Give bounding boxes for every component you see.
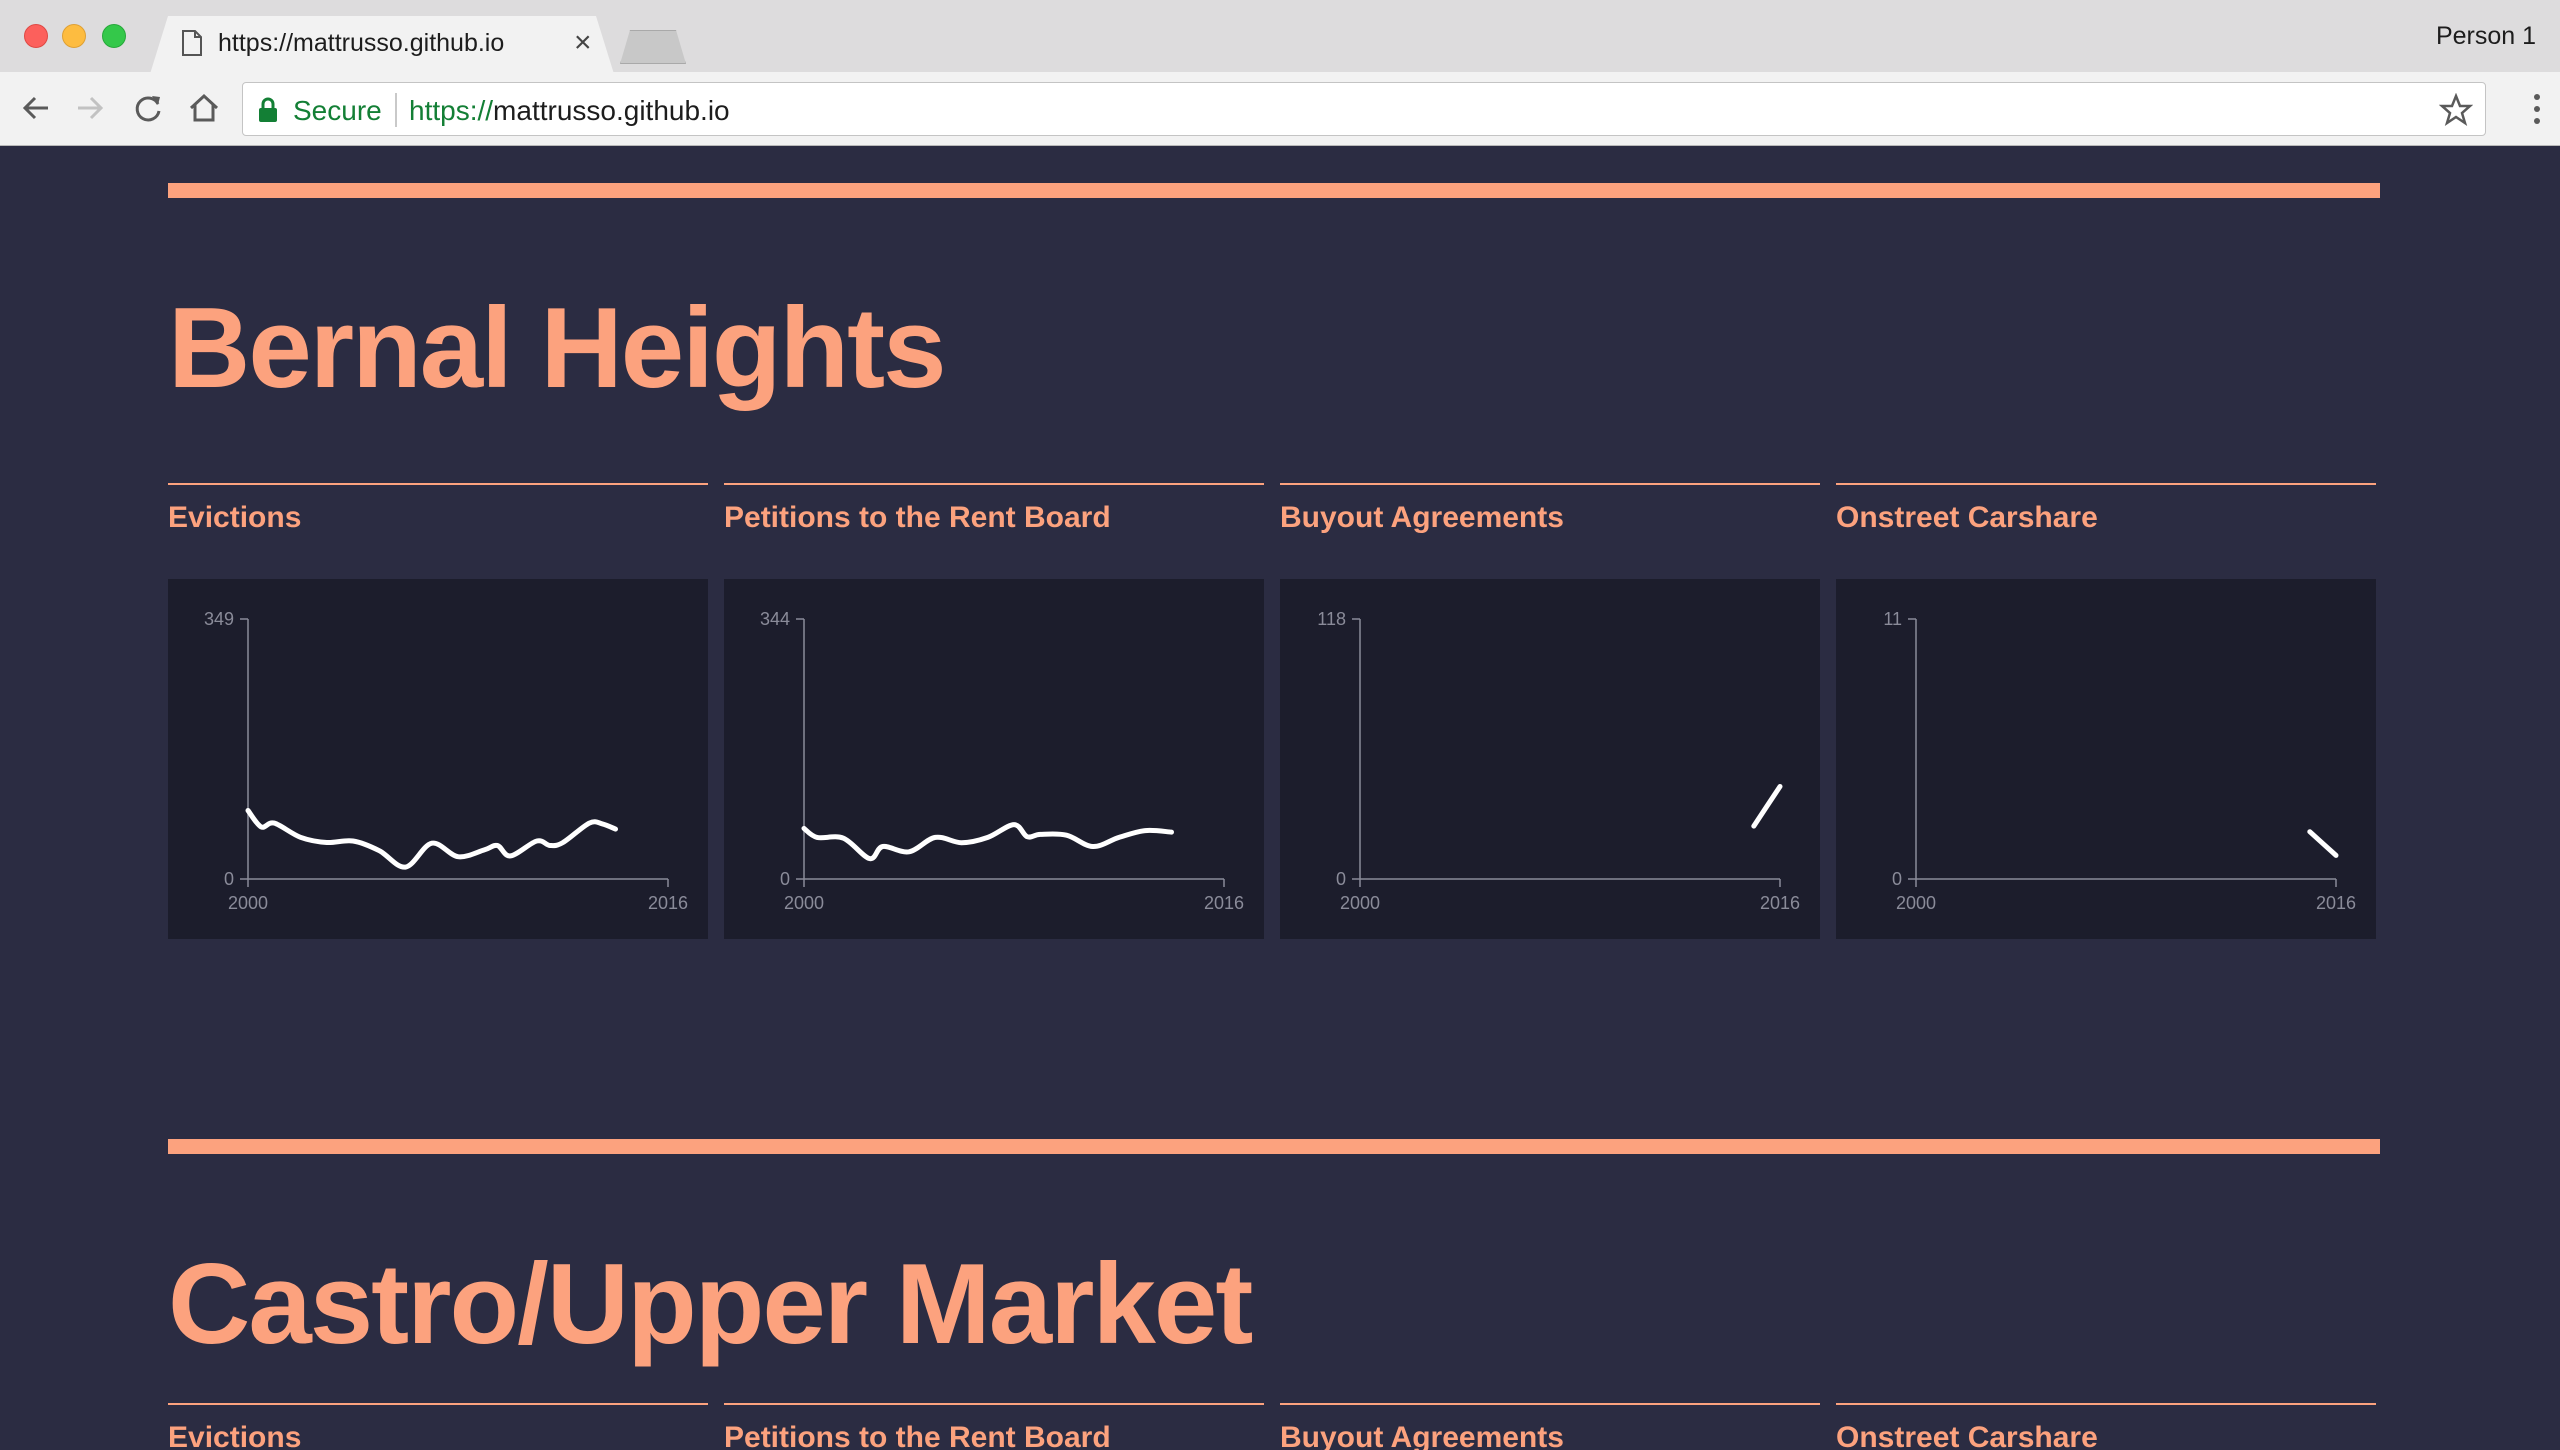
metric-label: Evictions [168,1421,302,1450]
neighborhood-title: Castro/Upper Market [168,1241,1253,1368]
y-tick-label-zero: 0 [224,869,234,889]
chart-panel: 349 0 2000 2016 [168,579,708,939]
metric-label: Evictions [168,501,302,534]
y-tick-label-zero: 0 [780,869,790,889]
metric-label: Petitions to the Rent Board [724,501,1111,534]
y-tick-label-zero: 0 [1336,869,1346,889]
address-bar[interactable]: Secure https://mattrusso.github.io [242,82,2486,136]
chart-panel: 344 0 2000 2016 [724,579,1264,939]
buyouts-chart: 118 0 2000 2016 [1317,609,1800,913]
x-tick-label-start: 2000 [784,893,824,913]
chart-panel: 118 0 2000 2016 [1280,579,1820,939]
x-tick-label-end: 2016 [1204,893,1244,913]
url-text[interactable]: https://mattrusso.github.io [409,95,730,127]
neighborhood-title: Bernal Heights [168,285,947,412]
x-tick-label-end: 2016 [1760,893,1800,913]
metric-divider [1280,483,1820,485]
kebab-menu-icon[interactable] [2532,92,2542,126]
back-arrow-icon[interactable] [18,90,54,126]
reload-icon[interactable] [130,90,166,126]
x-tick-label-start: 2000 [1340,893,1380,913]
url-scheme: https:// [409,95,494,126]
series-line [2307,829,2339,858]
series-line [245,808,618,870]
profile-name[interactable]: Person 1 [2436,22,2536,51]
metric-divider [1280,1403,1820,1405]
close-window-button[interactable] [24,24,48,48]
home-icon[interactable] [186,90,222,126]
chart-panel: 11 0 2000 2016 [1836,579,2376,939]
page-icon [182,30,202,56]
y-tick-label-zero: 0 [1892,869,1902,889]
section-rule [168,183,2380,198]
metric-label: Buyout Agreements [1280,1421,1564,1450]
y-tick-label-max: 344 [760,609,790,629]
bookmark-star-icon[interactable] [2439,93,2473,127]
minimize-window-button[interactable] [62,24,86,48]
zoom-window-button[interactable] [102,24,126,48]
metric-divider [724,1403,1264,1405]
page-content: Bernal Heights Evictions 349 0 2000 2016 Pe… [0,147,2560,1450]
browser-toolbar: Secure https://mattrusso.github.io [0,72,2560,146]
y-tick-label-max: 118 [1317,609,1346,629]
tab-close-icon[interactable]: × [574,28,592,58]
metric-divider [168,1403,708,1405]
new-tab-button[interactable] [620,30,686,64]
address-separator [395,93,397,127]
metric-divider [1836,483,2376,485]
forward-arrow-icon[interactable] [72,90,108,126]
petitions-chart: 344 0 2000 2016 [760,609,1244,913]
tab-title: https://mattrusso.github.io [218,29,505,57]
secure-label: Secure [293,95,382,126]
x-tick-label-start: 2000 [228,893,268,913]
url-host: mattrusso.github.io [493,95,730,126]
metric-divider [1836,1403,2376,1405]
x-tick-label-end: 2016 [648,893,688,913]
y-tick-label-max: 11 [1883,609,1902,629]
browser-titlebar: https://mattrusso.github.io × Person 1 [0,0,2560,74]
metric-label: Onstreet Carshare [1836,501,2098,534]
section-rule [168,1139,2380,1154]
x-tick-label-end: 2016 [2316,893,2356,913]
carshare-chart: 11 0 2000 2016 [1883,609,2356,913]
series-line [801,822,1174,862]
metric-divider [724,483,1264,485]
metric-label: Onstreet Carshare [1836,1421,2098,1450]
series-line [1751,784,1783,829]
x-tick-label-start: 2000 [1896,893,1936,913]
lock-icon [259,97,277,122]
evictions-chart: 349 0 2000 2016 [204,609,688,913]
metric-label: Petitions to the Rent Board [724,1421,1111,1450]
metric-divider [168,483,708,485]
y-tick-label-max: 349 [204,609,234,629]
browser-tab[interactable]: https://mattrusso.github.io × [150,16,614,74]
metric-label: Buyout Agreements [1280,501,1564,534]
